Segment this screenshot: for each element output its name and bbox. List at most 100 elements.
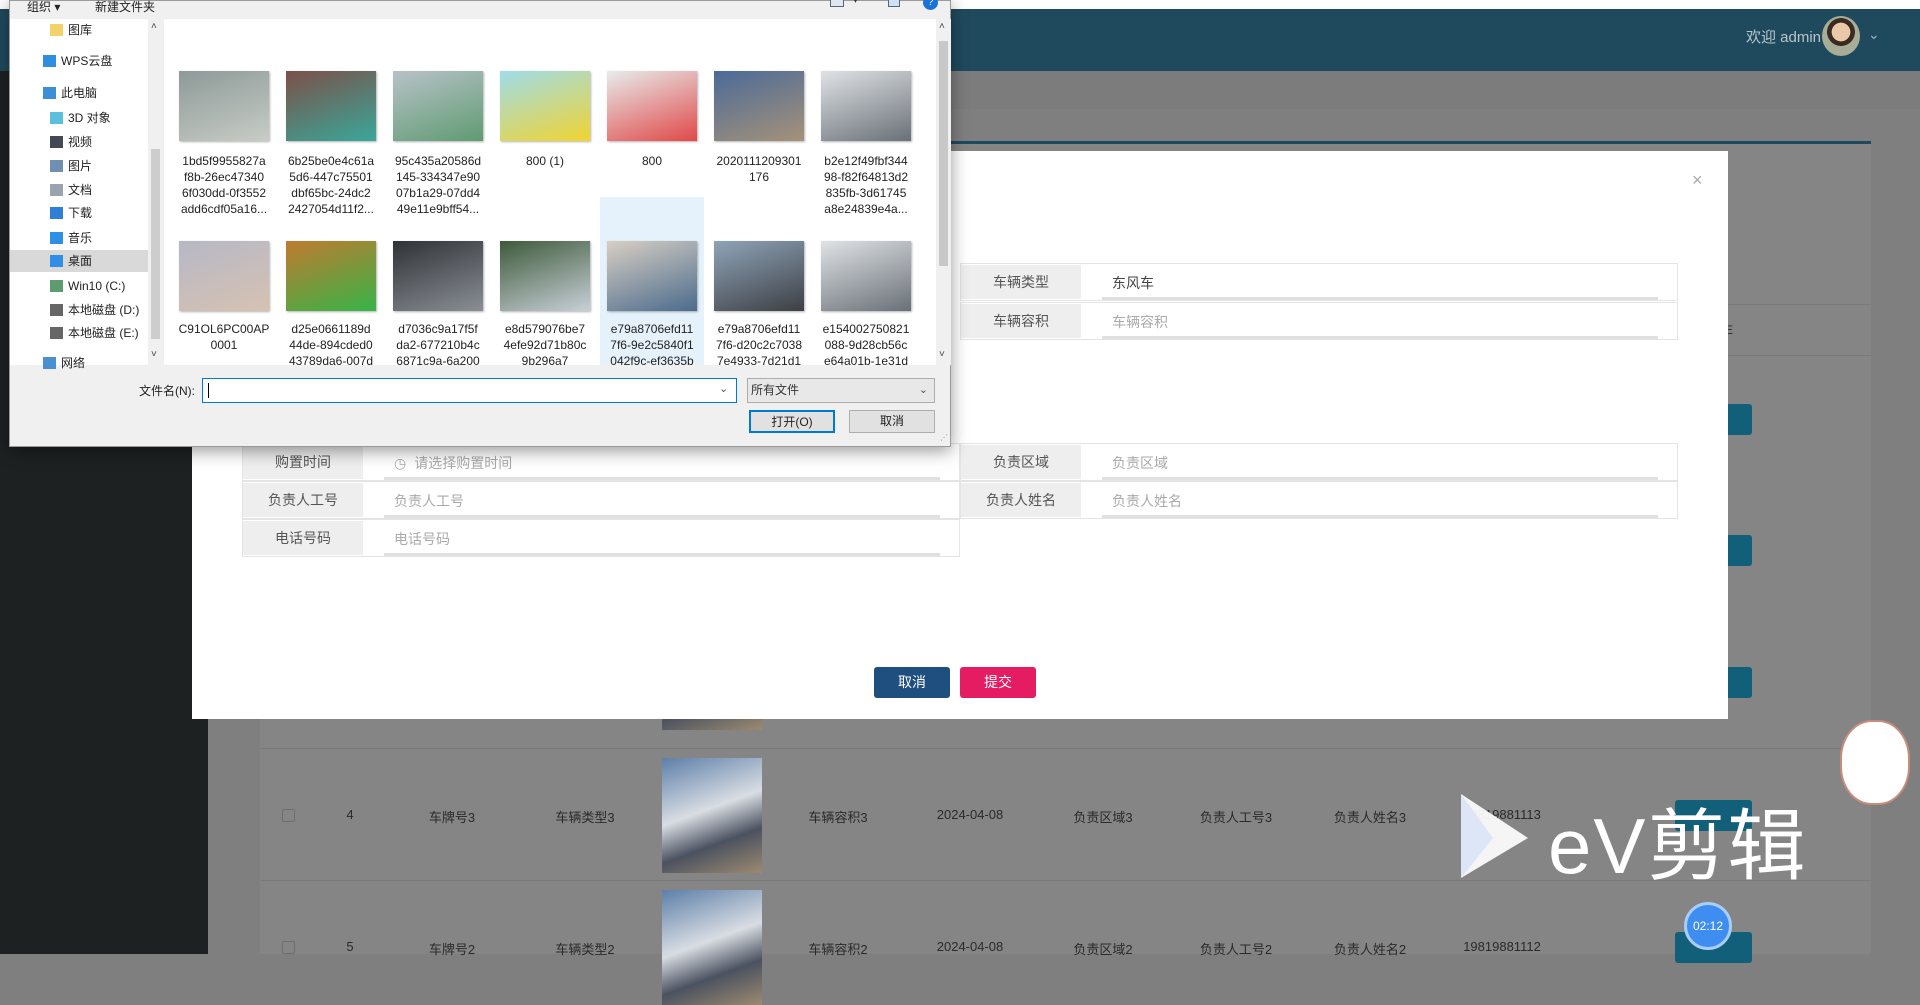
nav-item[interactable]: 视频 xyxy=(10,131,148,153)
nav-scroll-thumb[interactable] xyxy=(151,149,160,339)
scroll-up-icon[interactable]: ˄ xyxy=(939,21,945,32)
file-item[interactable]: e79a8706efd11 7f6-9e2c5840f1 042f9c-ef36… xyxy=(600,197,704,365)
field-vehicle-volume: 车辆容积 车辆容积 xyxy=(960,302,1678,340)
user-avatar[interactable] xyxy=(1822,16,1860,56)
computer-icon xyxy=(43,87,56,99)
file-type-select[interactable]: 所有文件 ⌄ xyxy=(747,378,935,403)
file-name: C91OL6PC00AP 0001 xyxy=(178,322,270,352)
file-thumbnail xyxy=(286,71,376,141)
nav-item-label: 网络 xyxy=(61,356,86,370)
download-icon xyxy=(50,207,63,219)
field-purchase-time: 购置时间 ◷ 请选择购置时间 xyxy=(242,443,960,481)
cell-date: 2024-04-08 xyxy=(936,807,1004,822)
drive-icon xyxy=(50,304,63,316)
scroll-down-icon[interactable]: ˅ xyxy=(939,349,945,360)
close-icon[interactable]: × xyxy=(1692,170,1703,191)
open-button[interactable]: 打开(O) xyxy=(749,410,835,433)
file-thumbnail xyxy=(500,71,590,141)
file-item[interactable]: 800 xyxy=(600,39,704,207)
text-caret xyxy=(208,383,209,398)
new-folder-button[interactable]: 新建文件夹 xyxy=(95,0,155,15)
vehicle-type-input[interactable]: 东风车 xyxy=(1102,266,1658,300)
scroll-up-icon[interactable]: ˄ xyxy=(151,21,157,32)
cancel-button[interactable]: 取消 xyxy=(874,667,950,698)
cell-volume: 车辆容积2 xyxy=(808,942,868,957)
file-name: d7036c9a17f5f da2-677210b4c 6871c9a-6a20… xyxy=(396,322,480,365)
filename-input[interactable]: ⌄ xyxy=(202,378,737,403)
recording-timer[interactable]: 02:12 xyxy=(1684,902,1732,950)
view-options-icon[interactable] xyxy=(830,0,844,7)
file-name: d25e0661189d 44de-894cded0 43789da6-007d… xyxy=(288,322,374,365)
clock-icon: ◷ xyxy=(394,455,407,471)
chevron-down-icon[interactable]: ⌄ xyxy=(719,382,728,395)
file-item[interactable]: e154002750821 088-9d28cb56c e64a01b-1e31… xyxy=(814,197,918,365)
purchase-time-picker[interactable]: ◷ 请选择购置时间 xyxy=(384,446,940,480)
file-item[interactable]: b2e12f49fbf344 98-f82f64813d2 835fb-3d61… xyxy=(814,39,918,216)
nav-item[interactable]: 网络 xyxy=(10,352,148,374)
worker-id-input[interactable]: 负责人工号 xyxy=(384,484,940,518)
picture-icon xyxy=(50,160,63,172)
nav-item[interactable]: 图片 xyxy=(10,155,148,177)
welcome-text: 欢迎 admin xyxy=(1746,29,1822,46)
document-icon xyxy=(50,184,63,196)
nav-item[interactable]: 音乐 xyxy=(10,227,148,249)
cell-index: 4 xyxy=(346,807,354,822)
file-item[interactable]: C91OL6PC00AP 0001 xyxy=(172,197,276,365)
row-checkbox[interactable] xyxy=(282,809,295,822)
file-thumbnail xyxy=(179,241,269,311)
folder-icon xyxy=(50,24,63,36)
file-item[interactable]: 1bd5f9955827a f8b-26ec47340 6f030dd-0f35… xyxy=(172,39,276,216)
file-name: e79a8706efd11 7f6-9e2c5840f1 042f9c-ef36… xyxy=(610,322,694,365)
file-name: e154002750821 088-9d28cb56c e64a01b-1e31… xyxy=(822,322,910,365)
nav-item[interactable]: Win10 (C:) xyxy=(10,275,148,297)
nav-item[interactable]: 此电脑 xyxy=(10,82,148,104)
worker-name-input[interactable]: 负责人姓名 xyxy=(1102,484,1658,518)
vehicle-photo xyxy=(662,890,762,1005)
resize-grip-icon[interactable]: ⋰ xyxy=(940,433,948,442)
file-type-value: 所有文件 xyxy=(751,383,800,397)
nav-item-label: 本地磁盘 (D:) xyxy=(68,303,140,317)
row-checkbox[interactable] xyxy=(282,941,295,954)
submit-button[interactable]: 提交 xyxy=(960,667,1036,698)
nav-item-label: 图库 xyxy=(68,23,93,37)
nav-item[interactable]: 本地磁盘 (D:) xyxy=(10,299,148,321)
organize-menu[interactable]: 组织 ▾ xyxy=(27,0,60,15)
file-item[interactable]: e79a8706efd11 7f6-d20c2c7038 7e4933-7d21… xyxy=(707,197,811,365)
file-name: 800 xyxy=(641,154,663,168)
phone-input[interactable]: 电话号码 xyxy=(384,522,940,556)
file-item[interactable]: d25e0661189d 44de-894cded0 43789da6-007d… xyxy=(279,197,383,365)
nav-item-label: 3D 对象 xyxy=(68,111,111,125)
help-icon[interactable]: ? xyxy=(923,0,938,10)
nav-item[interactable]: WPS云盘 xyxy=(10,50,148,72)
file-item[interactable]: d7036c9a17f5f da2-677210b4c 6871c9a-6a20… xyxy=(386,197,490,365)
nav-item[interactable]: 文档 xyxy=(10,179,148,201)
file-item[interactable]: 2020111209301 176 xyxy=(707,39,811,207)
nav-scrollbar[interactable]: ˄ ˅ xyxy=(148,19,163,365)
nav-item-label: 下载 xyxy=(68,206,93,220)
network-icon xyxy=(43,357,56,369)
preview-pane-icon[interactable] xyxy=(888,0,900,7)
dialog-cancel-button[interactable]: 取消 xyxy=(849,410,935,433)
cell-index: 5 xyxy=(346,939,354,954)
field-area: 负责区域 负责区域 xyxy=(960,443,1678,481)
nav-item[interactable]: 图库 xyxy=(10,19,148,41)
cell-phone: 19819881112 xyxy=(1463,939,1541,954)
nav-item[interactable]: 下载 xyxy=(10,202,148,224)
cell-type: 车辆类型2 xyxy=(555,942,615,957)
filename-label: 文件名(N): xyxy=(139,384,195,398)
nav-item[interactable]: 3D 对象 xyxy=(10,107,148,129)
video-icon xyxy=(50,136,63,148)
scroll-down-icon[interactable]: ˅ xyxy=(151,349,157,360)
nav-item[interactable]: 本地磁盘 (E:) xyxy=(10,322,148,344)
file-scroll-thumb[interactable] xyxy=(939,41,948,266)
nav-item[interactable]: 桌面 xyxy=(10,250,148,272)
file-item[interactable]: e8d579076be7 4efe92d71b80c 9b296a7 xyxy=(493,197,597,365)
file-thumbnail xyxy=(500,241,590,311)
file-item[interactable]: 6b25be0e4c61a 5d6-447c75501 dbf65bc-24dc… xyxy=(279,39,383,216)
view-dropdown-icon[interactable]: ▾ xyxy=(853,0,858,6)
vehicle-volume-input[interactable]: 车辆容积 xyxy=(1102,305,1658,339)
user-menu-chevron-icon[interactable]: ⌄ xyxy=(1868,26,1880,43)
file-item[interactable]: 95c435a20586d 145-334347e90 07b1a29-07dd… xyxy=(386,39,490,216)
area-input[interactable]: 负责区域 xyxy=(1102,446,1658,480)
file-item[interactable]: 800 (1) xyxy=(493,39,597,207)
